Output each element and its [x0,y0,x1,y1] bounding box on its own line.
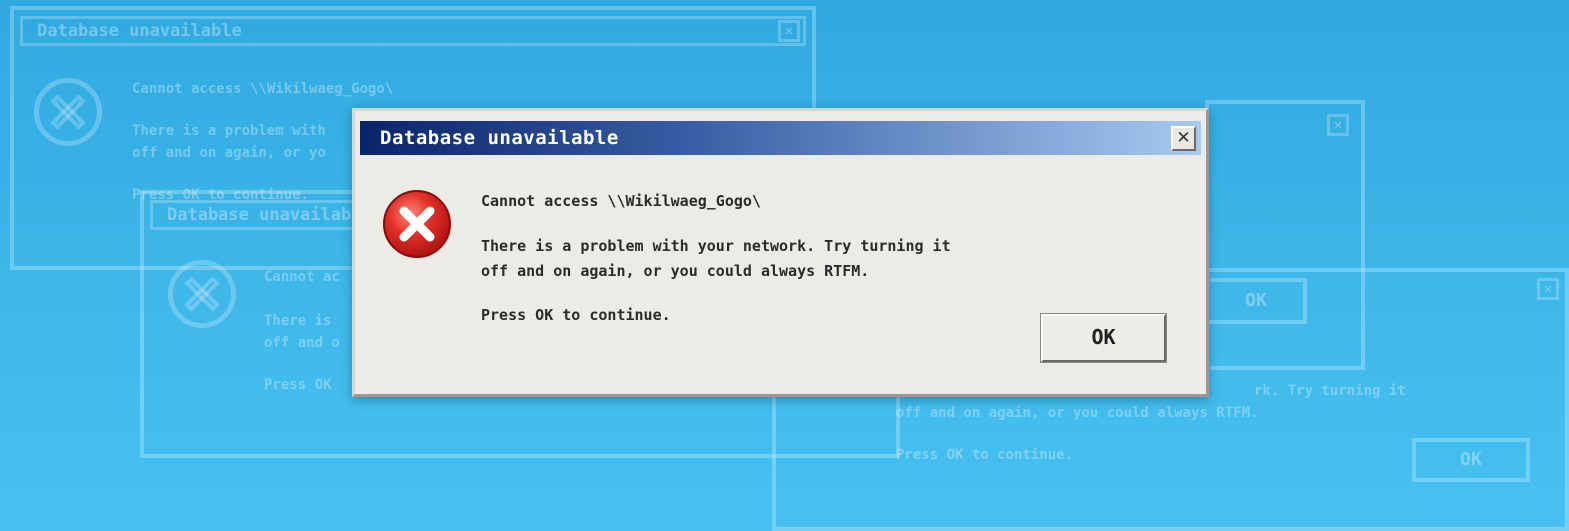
background-path-text: Cannot access \\Wikilwaeg_Gogo\ [132,81,394,97]
background-error-icon [34,78,102,146]
continue-instruction: Press OK to continue. [481,306,671,324]
background-body-line-1: There is a problem with [132,123,326,139]
background-body-line-1: There is [264,313,332,329]
ok-button[interactable]: OK [1040,313,1167,363]
dialog-titlebar[interactable]: Database unavailable ✕ [360,121,1201,155]
close-icon: ✕ [1176,128,1191,148]
background-dialog-title: Database unavailable [167,205,372,225]
close-button[interactable]: ✕ [1171,126,1196,151]
background-dialog-4: ✕ OK [1205,100,1365,370]
error-description-line-2: off and on again, or you could always RT… [481,262,870,280]
background-ok-button: OK [1412,438,1530,482]
background-close-icon: ✕ [1327,114,1349,136]
background-error-icon [168,260,236,328]
background-press-text: Press OK to continue. [896,447,1074,463]
error-x-icon [383,190,451,258]
background-ok-button: OK [1205,278,1307,324]
background-body-line-2: off and on again, or you could always RT… [896,405,1259,421]
background-path-text: Cannot ac [264,269,340,285]
background-close-icon: ✕ [1537,278,1559,300]
error-description: There is a problem with your network. Tr… [481,234,951,284]
background-body-line-1: rk. Try turning it [1254,383,1406,399]
dialog-title: Database unavailable [380,127,619,149]
background-body-line-2: off and on again, or yo [132,145,326,161]
background-dialog-titlebar: Database unavailable [20,16,806,46]
path-message: Cannot access \\Wikilwaeg_Gogo\ [481,192,761,210]
background-dialog-title: Database unavailable [37,21,242,41]
background-body-line-2: off and o [264,335,340,351]
error-description-line-1: There is a problem with your network. Tr… [481,237,951,255]
background-press-text: Press OK [264,377,332,393]
background-close-icon: ✕ [778,20,800,42]
error-dialog: Database unavailable ✕ Cannot access \\W… [352,108,1209,397]
